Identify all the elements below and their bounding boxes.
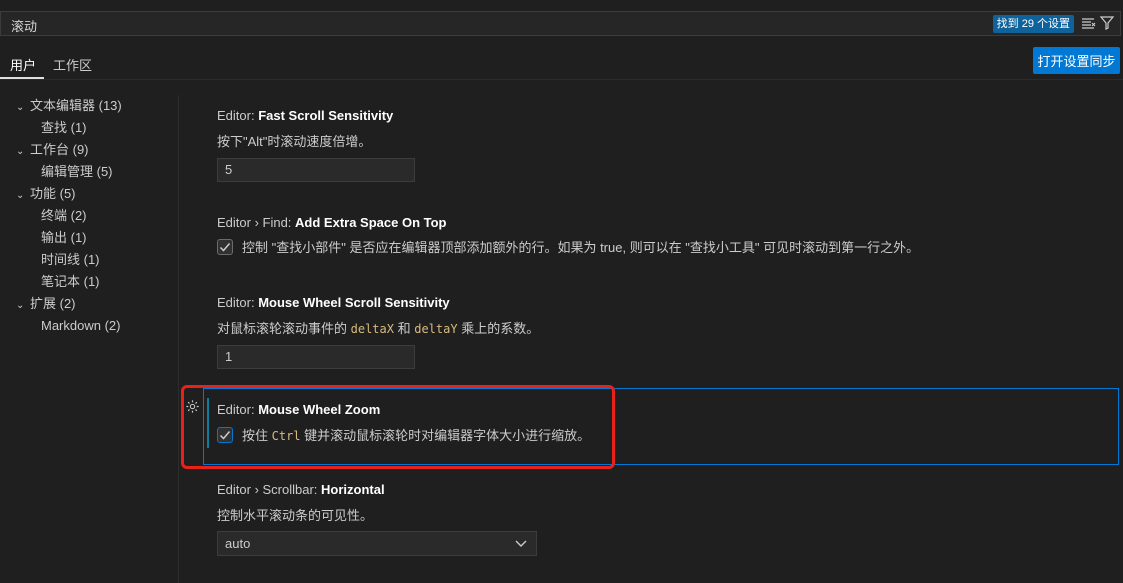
tab-workspace[interactable]: 工作区 [53,55,92,74]
chevron-down-icon: ⌄ [16,102,25,113]
clear-filter-icon[interactable] [1080,15,1096,31]
setting-title: Editor: Mouse Wheel Scroll Sensitivity [217,295,450,310]
search-input[interactable]: 滚动 [11,16,37,35]
tree-item-terminal[interactable]: 终端 (2) [41,205,87,227]
chevron-down-icon [515,540,527,547]
setting-fast-scroll-sensitivity: Editor: Fast Scroll Sensitivity 按下"Alt"时… [217,108,393,150]
chevron-down-icon: ⌄ [16,190,25,201]
find-extra-space-checkbox[interactable] [217,238,233,255]
tab-user[interactable]: 用户 [10,55,36,74]
tree-item-extensions[interactable]: ⌄ 扩展 (2) [16,293,76,315]
tree-item-timeline[interactable]: 时间线 (1) [41,249,100,271]
tree-sash[interactable] [178,95,179,583]
mouse-wheel-sensitivity-input[interactable]: 1 [217,345,415,369]
setting-mouse-wheel-scroll-sensitivity: Editor: Mouse Wheel Scroll Sensitivity 对… [217,295,539,337]
setting-description: 控制水平滚动条的可见性。 [217,508,374,523]
setting-title: Editor: Fast Scroll Sensitivity [217,108,394,123]
tab-divider [0,79,1123,80]
result-count-badge: 找到 29 个设置 [992,15,1074,33]
open-settings-sync-button[interactable]: 打开设置同步 [1033,47,1120,74]
tree-item-find[interactable]: 查找 (1) [41,117,87,139]
tree-item-editor-management[interactable]: 编辑管理 (5) [41,161,113,183]
setting-description: 对鼠标滚轮滚动事件的 deltaX 和 deltaY 乘上的系数。 [217,321,540,336]
scrollbar-horizontal-select[interactable]: auto [217,531,537,556]
tree-item-workbench[interactable]: ⌄ 工作台 (9) [16,139,89,161]
find-extra-space-row: 控制 "查找小部件" 是否应在编辑器顶部添加额外的行。如果为 true, 则可以… [217,237,919,256]
setting-description: 按下"Alt"时滚动速度倍增。 [217,134,372,149]
fast-scroll-sensitivity-input[interactable]: 5 [217,158,415,182]
setting-description: 控制 "查找小部件" 是否应在编辑器顶部添加额外的行。如果为 true, 则可以… [242,240,920,255]
setting-title: Editor › Scrollbar: Horizontal [217,482,385,497]
tree-item-markdown[interactable]: Markdown (2) [41,315,120,337]
chevron-down-icon: ⌄ [16,300,25,311]
chevron-down-icon: ⌄ [16,146,25,157]
setting-title: Editor › Find: Add Extra Space On Top [217,215,447,230]
filter-icon[interactable] [1099,15,1115,31]
setting-find-extra-space: Editor › Find: Add Extra Space On Top [217,215,446,230]
settings-search-bar[interactable]: 滚动 找到 29 个设置 [0,11,1121,36]
check-icon [219,242,231,252]
setting-scrollbar-horizontal: Editor › Scrollbar: Horizontal 控制水平滚动条的可… [217,482,385,524]
tree-item-text-editor[interactable]: ⌄ 文本编辑器 (13) [16,95,122,117]
tree-item-output[interactable]: 输出 (1) [41,227,87,249]
tree-item-notebook[interactable]: 笔记本 (1) [41,271,100,293]
tree-item-features[interactable]: ⌄ 功能 (5) [16,183,76,205]
highlight-annotation-frame [181,385,615,469]
